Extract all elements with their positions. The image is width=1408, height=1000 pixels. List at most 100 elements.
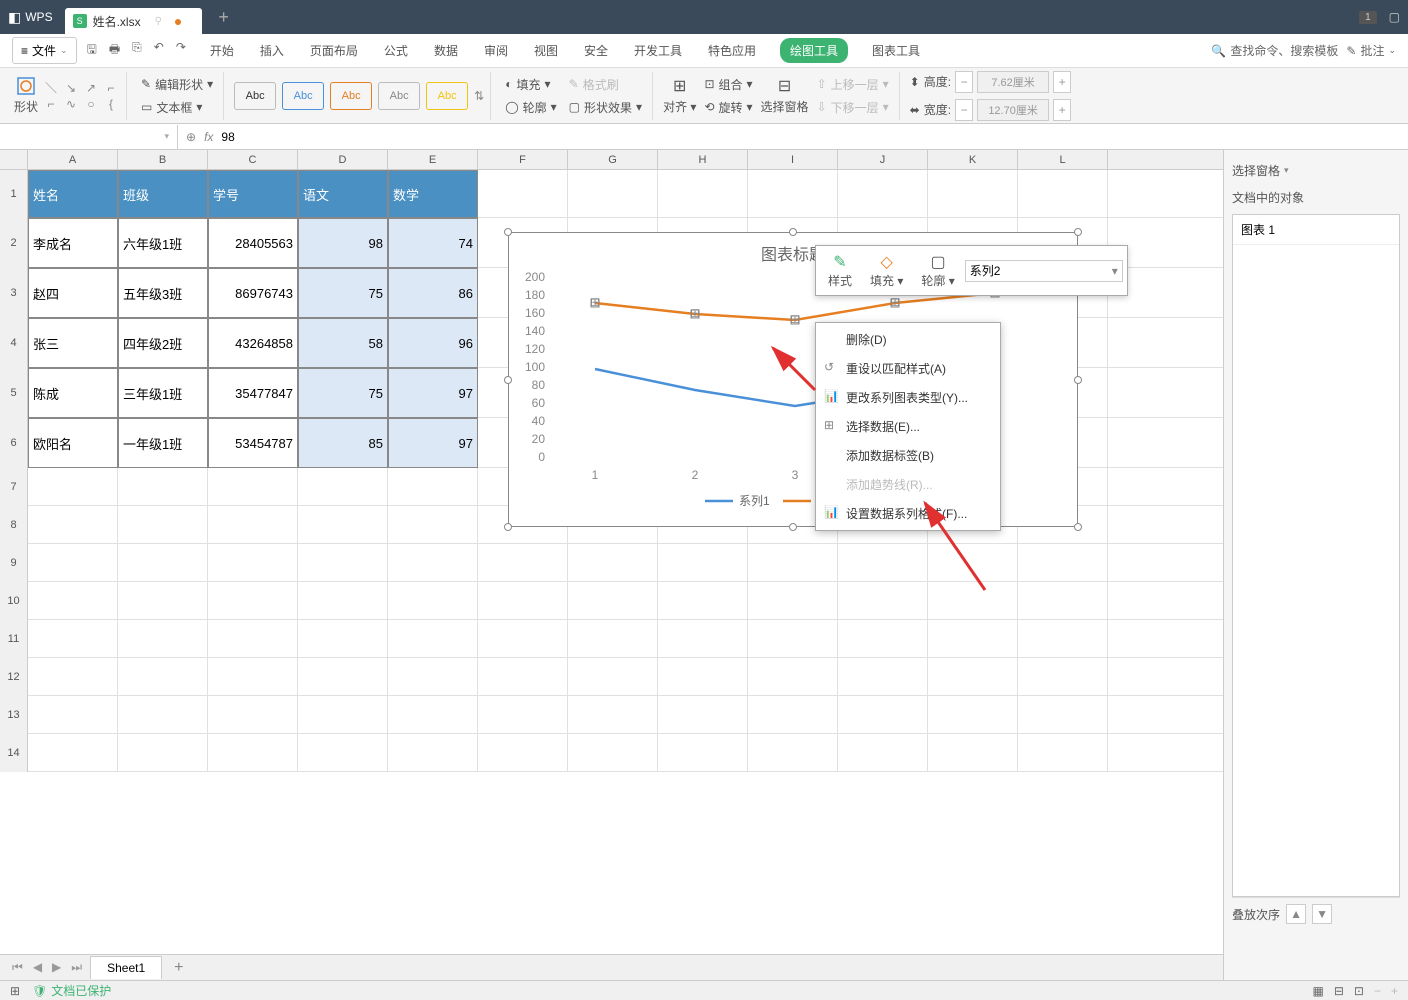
cell[interactable] <box>118 582 208 620</box>
cell[interactable] <box>1018 170 1108 218</box>
pin-icon[interactable]: ⚲ <box>155 16 162 27</box>
style-preset-1[interactable]: Abc <box>234 82 276 110</box>
cell[interactable] <box>478 620 568 658</box>
cell[interactable] <box>478 170 568 218</box>
row-header[interactable]: 7 <box>0 468 28 506</box>
cell[interactable] <box>118 658 208 696</box>
add-tab-button[interactable]: + <box>218 7 229 28</box>
rotate-button[interactable]: ⟲ 旋转 ▾ <box>700 98 756 117</box>
cell[interactable]: 数学 <box>388 170 478 218</box>
ctx-delete[interactable]: 删除(D) <box>816 325 1000 354</box>
ctx-change-type[interactable]: 📊更改系列图表类型(Y)... <box>816 383 1000 412</box>
gallery-more-icon[interactable]: ⇅ <box>474 89 484 103</box>
cell[interactable] <box>478 696 568 734</box>
undo-icon[interactable]: ↶ <box>154 40 164 61</box>
cell[interactable]: 43264858 <box>208 318 298 368</box>
cell[interactable] <box>568 620 658 658</box>
style-preset-2[interactable]: Abc <box>282 82 324 110</box>
cell[interactable] <box>388 658 478 696</box>
cell[interactable] <box>208 582 298 620</box>
file-menu[interactable]: ≡文件⌄ <box>12 37 77 64</box>
cell[interactable]: 姓名 <box>28 170 118 218</box>
tab-drawing[interactable]: 绘图工具 <box>780 38 848 63</box>
shape-effect-button[interactable]: ▢ 形状效果 ▾ <box>565 98 646 117</box>
view-page-icon[interactable]: ⊟ <box>1334 984 1344 998</box>
cell[interactable] <box>118 620 208 658</box>
cell[interactable]: 班级 <box>118 170 208 218</box>
cell[interactable] <box>478 544 568 582</box>
sheet-nav-first[interactable]: ⏮ <box>8 960 27 975</box>
cell[interactable] <box>658 582 748 620</box>
cell[interactable] <box>118 696 208 734</box>
fill-button[interactable]: ◐ 填充 ▾ <box>501 75 560 94</box>
cell[interactable] <box>208 658 298 696</box>
cell[interactable]: 75 <box>298 368 388 418</box>
cell[interactable] <box>748 696 838 734</box>
col-header-h[interactable]: H <box>658 150 748 169</box>
cell[interactable]: 98 <box>298 218 388 268</box>
window-icon[interactable]: ▢ <box>1389 10 1400 24</box>
cell[interactable] <box>28 582 118 620</box>
cell[interactable]: 35477847 <box>208 368 298 418</box>
save-icon[interactable]: 🖫 <box>87 40 97 61</box>
cell[interactable] <box>208 620 298 658</box>
col-header-k[interactable]: K <box>928 150 1018 169</box>
name-box[interactable]: ▾ <box>0 125 178 149</box>
mini-style-button[interactable]: ✎样式 <box>820 250 860 291</box>
row-header[interactable]: 6 <box>0 418 28 468</box>
cell[interactable] <box>1018 696 1108 734</box>
cell[interactable]: 97 <box>388 368 478 418</box>
cell[interactable] <box>298 620 388 658</box>
cell[interactable]: 86976743 <box>208 268 298 318</box>
cell[interactable]: 陈成 <box>28 368 118 418</box>
cell[interactable] <box>928 734 1018 772</box>
mini-fill-button[interactable]: ◇填充 ▾ <box>862 250 911 291</box>
cell[interactable] <box>28 506 118 544</box>
cell[interactable] <box>748 582 838 620</box>
tab-start[interactable]: 开始 <box>208 38 236 63</box>
group-button[interactable]: ⊡ 组合 ▾ <box>700 75 756 94</box>
row-header[interactable]: 4 <box>0 318 28 368</box>
col-header-j[interactable]: J <box>838 150 928 169</box>
cell[interactable] <box>208 506 298 544</box>
row-header[interactable]: 1 <box>0 170 28 218</box>
cell[interactable] <box>208 468 298 506</box>
cell[interactable] <box>298 734 388 772</box>
cell[interactable] <box>928 620 1018 658</box>
cell[interactable] <box>388 544 478 582</box>
cell[interactable] <box>1018 544 1108 582</box>
tab-formula[interactable]: 公式 <box>382 38 410 63</box>
cell[interactable] <box>28 620 118 658</box>
cell[interactable] <box>748 170 838 218</box>
tab-indicator-icon[interactable]: ● <box>174 13 182 29</box>
tab-insert[interactable]: 插入 <box>258 38 286 63</box>
redo-icon[interactable]: ↷ <box>176 40 186 61</box>
cell[interactable]: 一年级1班 <box>118 418 208 468</box>
align-button[interactable]: ⊞ 对齐 ▾ <box>663 76 696 115</box>
cell[interactable] <box>298 468 388 506</box>
text-box-button[interactable]: ▭ 文本框 ▾ <box>137 98 217 117</box>
cell[interactable] <box>478 734 568 772</box>
cell[interactable] <box>568 170 658 218</box>
edit-shape-button[interactable]: ✎ 编辑形状 ▾ <box>137 75 217 94</box>
tab-view[interactable]: 视图 <box>532 38 560 63</box>
style-preset-3[interactable]: Abc <box>330 82 372 110</box>
col-header-f[interactable]: F <box>478 150 568 169</box>
cell[interactable] <box>1018 658 1108 696</box>
layout-icon[interactable]: ⊞ <box>10 984 20 998</box>
cell[interactable] <box>118 506 208 544</box>
object-item-chart1[interactable]: 图表 1 <box>1233 215 1399 245</box>
cell[interactable]: 语文 <box>298 170 388 218</box>
shape-gallery[interactable]: ＼↘↗⌐ ⌐∿○{ <box>42 81 120 111</box>
cell[interactable] <box>478 582 568 620</box>
cell[interactable] <box>838 696 928 734</box>
cell[interactable] <box>658 696 748 734</box>
cell[interactable] <box>298 658 388 696</box>
cell[interactable] <box>568 696 658 734</box>
row-header[interactable]: 9 <box>0 544 28 582</box>
cell[interactable]: 85 <box>298 418 388 468</box>
cell[interactable] <box>658 170 748 218</box>
cell[interactable]: 96 <box>388 318 478 368</box>
style-preset-5[interactable]: Abc <box>426 82 468 110</box>
cell[interactable]: 五年级3班 <box>118 268 208 318</box>
